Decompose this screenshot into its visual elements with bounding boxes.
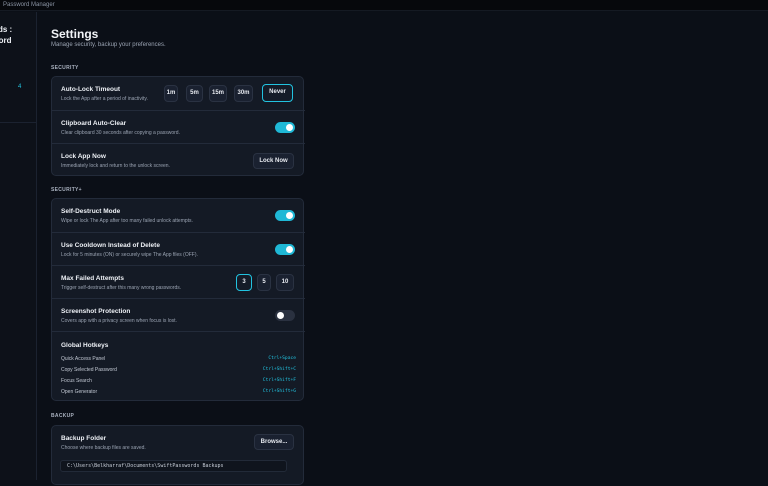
toggle-knob — [277, 312, 284, 319]
auto-lock-desc: Lock the App after a period of inactivit… — [61, 96, 148, 102]
clipboard-row: Clipboard Auto-Clear Clear clipboard 30 … — [52, 110, 305, 143]
backup-folder-row: Backup Folder Choose where backup files … — [52, 426, 305, 486]
hotkeys-row: Global Hotkeys Quick Access Panel Ctrl+S… — [52, 331, 305, 401]
sidebar-title-line2: sword — [0, 36, 12, 45]
sidebar-app-title: ords : sword — [0, 24, 37, 46]
self-destruct-toggle[interactable] — [275, 210, 295, 221]
hotkey-key: Ctrl+Shift+F — [262, 378, 296, 383]
security-card: Auto-Lock Timeout Lock the App after a p… — [51, 76, 305, 176]
auto-lock-row: Auto-Lock Timeout Lock the App after a p… — [52, 77, 305, 110]
hotkey-label: Focus Search — [61, 378, 92, 384]
sidebar-divider — [0, 122, 37, 123]
cooldown-desc: Lock for 5 minutes (ON) or securely wipe… — [61, 252, 198, 258]
lock-now-row: Lock App Now Immediately lock and return… — [52, 143, 305, 176]
lock-now-button[interactable]: Lock Now — [253, 153, 294, 169]
section-label-security: SECURITY — [51, 65, 79, 71]
section-label-security-plus: SECURITY+ — [51, 187, 82, 193]
lock-now-title: Lock App Now — [61, 153, 106, 160]
max-failed-option-5[interactable]: 5 — [257, 274, 271, 291]
max-failed-row: Max Failed Attempts Trigger self-destruc… — [52, 265, 305, 298]
sidebar-item-count: 4 — [18, 84, 22, 90]
auto-lock-option-never[interactable]: Never — [262, 84, 293, 102]
security-plus-card: Self-Destruct Mode Wipe or lock The App … — [51, 198, 305, 401]
self-destruct-row: Self-Destruct Mode Wipe or lock The App … — [52, 199, 305, 232]
settings-main: Settings Manage security, backup your pr… — [38, 12, 768, 485]
auto-lock-option-30m[interactable]: 30m — [234, 85, 253, 102]
page-title: Settings — [51, 27, 99, 41]
lock-now-desc: Immediately lock and return to the unloc… — [61, 163, 170, 169]
self-destruct-title: Self-Destruct Mode — [61, 208, 121, 215]
max-failed-desc: Trigger self-destruct after this many wr… — [61, 285, 182, 291]
hotkey-key: Ctrl+Shift+C — [262, 367, 296, 372]
max-failed-option-10[interactable]: 10 — [276, 274, 294, 291]
sidebar: ords : sword 4 — [0, 12, 37, 480]
backup-path-field[interactable]: C:\Users\Belkharraf\Documents\SwiftPassw… — [60, 460, 287, 472]
max-failed-title: Max Failed Attempts — [61, 275, 124, 282]
hotkey-label: Copy Selected Password — [61, 367, 117, 373]
clipboard-desc: Clear clipboard 30 seconds after copying… — [61, 130, 180, 136]
backup-folder-title: Backup Folder — [61, 435, 107, 442]
backup-card: Backup Folder Choose where backup files … — [51, 425, 304, 485]
hotkey-label: Open Generator — [61, 389, 98, 395]
clipboard-title: Clipboard Auto-Clear — [61, 120, 127, 127]
hotkey-key: Ctrl+Space — [268, 356, 296, 361]
window-titlebar: Password Manager — [0, 0, 768, 11]
auto-lock-option-1m[interactable]: 1m — [164, 85, 178, 102]
cooldown-title: Use Cooldown Instead of Delete — [61, 242, 160, 249]
hotkey-key: Ctrl+Shift+G — [262, 389, 296, 394]
auto-lock-option-15m[interactable]: 15m — [209, 85, 227, 102]
cooldown-toggle[interactable] — [275, 244, 295, 255]
browse-button[interactable]: Browse... — [254, 434, 294, 450]
screenshot-title: Screenshot Protection — [61, 308, 131, 315]
screenshot-toggle[interactable] — [275, 310, 295, 321]
screenshot-desc: Covers app with a privacy screen when fo… — [61, 318, 177, 324]
backup-folder-desc: Choose where backup files are saved. — [61, 445, 146, 451]
toggle-knob — [286, 124, 293, 131]
section-label-backup: BACKUP — [51, 413, 75, 419]
hotkeys-title: Global Hotkeys — [61, 342, 109, 349]
clipboard-toggle[interactable] — [275, 122, 295, 133]
cooldown-row: Use Cooldown Instead of Delete Lock for … — [52, 232, 305, 265]
self-destruct-desc: Wipe or lock The App after too many fail… — [61, 218, 193, 224]
max-failed-option-3[interactable]: 3 — [236, 274, 252, 291]
screenshot-row: Screenshot Protection Covers app with a … — [52, 298, 305, 331]
auto-lock-option-5m[interactable]: 5m — [186, 85, 203, 102]
toggle-knob — [286, 246, 293, 253]
toggle-knob — [286, 212, 293, 219]
sidebar-title-line1: ords : — [0, 25, 13, 34]
page-subtitle: Manage security, backup your preferences… — [51, 42, 166, 48]
window-title: Password Manager — [3, 2, 55, 8]
hotkey-label: Quick Access Panel — [61, 356, 106, 362]
auto-lock-title: Auto-Lock Timeout — [61, 86, 121, 93]
